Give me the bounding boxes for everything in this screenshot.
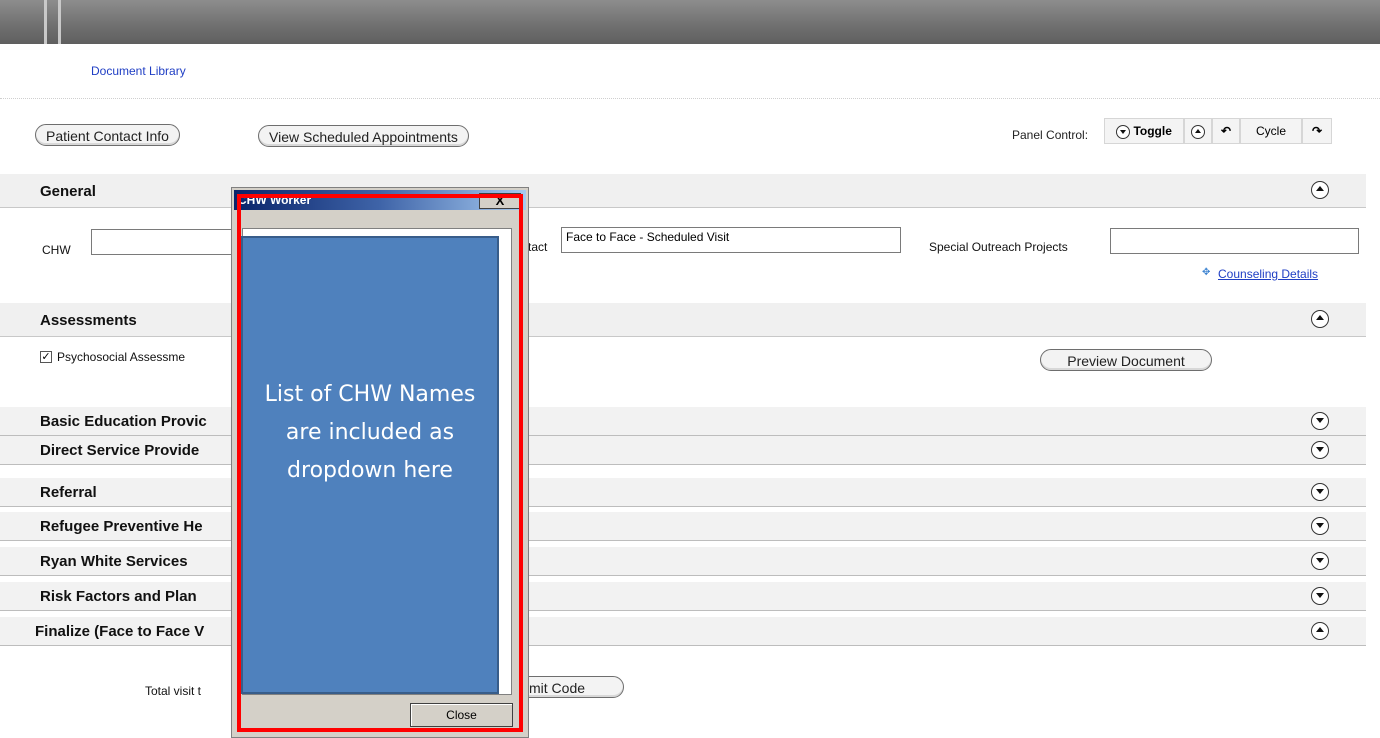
- contact-label: tact: [528, 240, 548, 254]
- banner-divider: [44, 0, 47, 44]
- diamond-icon: ✥: [1202, 267, 1211, 278]
- section-refugee-preventive: Refugee Preventive He: [0, 512, 1366, 541]
- chevron-up-icon: [1191, 124, 1205, 139]
- chw-input[interactable]: [91, 229, 241, 255]
- expand-toggle[interactable]: [1311, 552, 1329, 570]
- section-title: Risk Factors and Plan: [40, 588, 197, 605]
- section-title: Basic Education Provic: [40, 413, 207, 430]
- section-basic-education: Basic Education Provic: [0, 407, 1366, 436]
- cycle-back-button[interactable]: ↶: [1212, 118, 1240, 144]
- section-title: Refugee Preventive He: [40, 518, 203, 535]
- section-title: Direct Service Provide: [40, 442, 200, 459]
- section-title: General: [40, 183, 96, 200]
- collapse-toggle[interactable]: [1311, 310, 1329, 328]
- document-library-link[interactable]: Document Library: [91, 64, 186, 78]
- expand-toggle[interactable]: [1311, 517, 1329, 535]
- chevron-up-icon: [1311, 310, 1329, 328]
- section-risk-factors: Risk Factors and Plan: [0, 582, 1366, 611]
- toggle-down-button[interactable]: Toggle: [1104, 118, 1184, 144]
- psychosocial-checkbox[interactable]: ✓: [40, 351, 52, 363]
- section-finalize: Finalize (Face to Face V: [0, 617, 1366, 646]
- expand-toggle[interactable]: [1311, 483, 1329, 501]
- chevron-down-icon: [1311, 412, 1329, 430]
- section-title: Finalize (Face to Face V: [35, 623, 205, 640]
- section-title: Assessments: [40, 312, 137, 329]
- toggle-label: Toggle: [1133, 124, 1172, 138]
- chevron-down-icon: [1311, 441, 1329, 459]
- chevron-down-icon: [1116, 124, 1131, 139]
- special-outreach-label: Special Outreach Projects: [929, 240, 1068, 254]
- redo-arrow-icon: ↷: [1311, 124, 1323, 138]
- section-assessments: Assessments: [0, 303, 1366, 337]
- section-title: Ryan White Services: [40, 553, 188, 570]
- section-ryan-white: Ryan White Services: [0, 547, 1366, 576]
- patient-contact-info-button[interactable]: Patient Contact Info: [35, 124, 180, 146]
- section-general: General: [0, 174, 1366, 208]
- view-scheduled-appointments-button[interactable]: View Scheduled Appointments: [258, 125, 469, 147]
- toggle-up-button[interactable]: [1184, 118, 1212, 144]
- section-referral: Referral: [0, 478, 1366, 507]
- psychosocial-label: Psychosocial Assessme: [57, 350, 186, 364]
- collapse-toggle[interactable]: [1311, 622, 1329, 640]
- top-banner: [0, 0, 1380, 44]
- collapse-toggle[interactable]: [1311, 181, 1329, 199]
- annotation-callout: List of CHW Names are included as dropdo…: [241, 236, 499, 694]
- chevron-down-icon: [1311, 552, 1329, 570]
- chevron-down-icon: [1311, 483, 1329, 501]
- expand-toggle[interactable]: [1311, 412, 1329, 430]
- chevron-down-icon: [1311, 517, 1329, 535]
- panel-control-label: Panel Control:: [1012, 128, 1089, 142]
- annotation-text: List of CHW Names are included as dropdo…: [264, 382, 476, 483]
- section-title: Referral: [40, 484, 97, 501]
- contact-type-field[interactable]: Face to Face - Scheduled Visit: [561, 227, 901, 253]
- dotted-divider: [0, 98, 1380, 99]
- expand-toggle[interactable]: [1311, 587, 1329, 605]
- chevron-down-icon: [1311, 587, 1329, 605]
- undo-arrow-icon: ↶: [1220, 124, 1232, 138]
- chw-label: CHW: [42, 243, 71, 257]
- total-visit-label: Total visit t: [145, 684, 202, 698]
- counseling-details-link[interactable]: Counseling Details: [1218, 267, 1318, 281]
- preview-document-button[interactable]: Preview Document: [1040, 349, 1212, 371]
- banner-divider: [58, 0, 61, 44]
- chevron-up-icon: [1311, 622, 1329, 640]
- cycle-forward-button[interactable]: ↷: [1302, 118, 1332, 144]
- cycle-label: Cycle: [1240, 118, 1302, 144]
- expand-toggle[interactable]: [1311, 441, 1329, 459]
- special-outreach-input[interactable]: [1110, 228, 1359, 254]
- section-direct-service: Direct Service Provide: [0, 436, 1366, 465]
- chevron-up-icon: [1311, 181, 1329, 199]
